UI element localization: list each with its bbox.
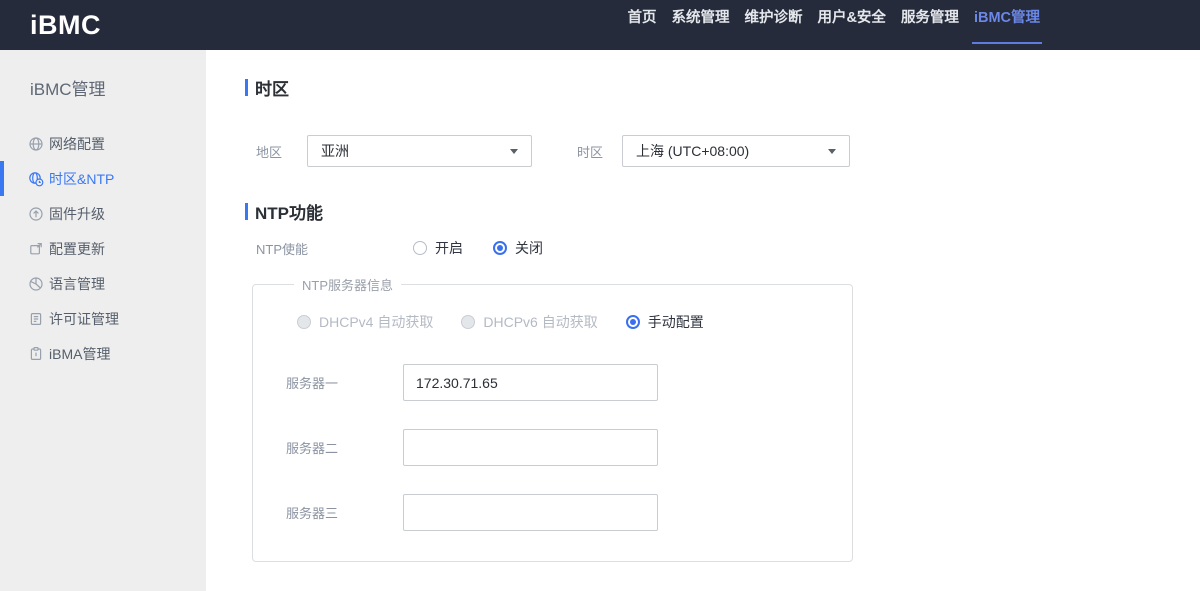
sidebar-menu: 网络配置 时区&NTP 固件升级 配置更新 语言管理 许可证管理 iBMA管理 <box>0 126 206 371</box>
section-title-text: 时区 <box>255 79 289 99</box>
nav-item-system[interactable]: 系统管理 <box>671 0 729 50</box>
sidebar-item-label: 配置更新 <box>49 240 105 257</box>
radio-checked-icon <box>625 315 640 329</box>
ntp-server-mode-radio-group: DHCPv4 自动获取 DHCPv6 自动获取 手动配置 <box>297 312 852 332</box>
ntp-enable-row: NTP使能 开启 关闭 <box>245 238 1200 258</box>
server-two-label: 服务器二 <box>286 441 339 456</box>
radio-label: 手动配置 <box>647 314 704 330</box>
radio-label: 关闭 <box>515 240 543 256</box>
chevron-down-icon <box>510 148 518 154</box>
timezone-section-title: 时区 <box>245 78 1200 99</box>
globe-icon <box>28 136 44 152</box>
region-select[interactable]: 亚洲 <box>307 135 532 167</box>
server-one-row: 服务器一 <box>286 364 852 401</box>
server-two-row: 服务器二 <box>286 429 852 466</box>
sidebar-item-label: 时区&NTP <box>49 170 115 187</box>
nav-item-services[interactable]: 服务管理 <box>901 0 959 50</box>
manual-config-radio[interactable]: 手动配置 <box>625 312 704 332</box>
sidebar-item-firmware-upgrade[interactable]: 固件升级 <box>0 196 206 231</box>
nav-item-maintenance[interactable]: 维护诊断 <box>744 0 802 50</box>
server-one-input[interactable] <box>403 364 658 401</box>
top-nav: 首页 系统管理 维护诊断 用户&安全 服务管理 iBMC管理 <box>627 0 1043 50</box>
sidebar-item-label: 网络配置 <box>49 135 105 152</box>
radio-checked-icon <box>493 241 507 255</box>
section-title-text: NTP功能 <box>255 203 323 223</box>
sidebar-title: iBMC管理 <box>30 80 106 99</box>
radio-unchecked-icon <box>413 241 427 255</box>
server-three-label: 服务器三 <box>286 506 339 521</box>
sidebar-item-timezone-ntp[interactable]: 时区&NTP <box>0 161 206 196</box>
sidebar-item-label: 语言管理 <box>49 275 105 292</box>
radio-label: 开启 <box>435 240 463 256</box>
radio-disabled-icon <box>461 315 476 329</box>
timezone-label: 时区 <box>577 144 604 160</box>
radio-disabled-icon <box>297 315 311 329</box>
sidebar: iBMC管理 网络配置 时区&NTP 固件升级 配置更新 语言管理 许可证管理 … <box>0 50 228 591</box>
dhcpv6-auto-radio-disabled: DHCPv6 自动获取 <box>461 312 598 332</box>
section-accent-bar <box>245 78 248 96</box>
top-header: iBMC 首页 系统管理 维护诊断 用户&安全 服务管理 iBMC管理 <box>0 0 1200 50</box>
ntp-enable-radio-group: 开启 关闭 <box>413 238 543 258</box>
timezone-clock-icon <box>28 171 44 187</box>
sidebar-item-label: 许可证管理 <box>49 310 119 327</box>
chevron-down-icon <box>828 148 836 154</box>
sidebar-item-language[interactable]: 语言管理 <box>0 266 206 301</box>
timezone-select[interactable]: 上海 (UTC+08:00) <box>622 135 850 167</box>
nav-item-home[interactable]: 首页 <box>627 0 656 50</box>
language-icon <box>28 276 44 292</box>
server-two-input[interactable] <box>403 429 658 466</box>
app-logo: iBMC <box>30 9 101 40</box>
dhcpv4-auto-radio-disabled: DHCPv4 自动获取 <box>297 312 433 332</box>
ntp-enable-on-radio[interactable]: 开启 <box>413 238 463 258</box>
server-three-input[interactable] <box>403 494 658 531</box>
region-selected-value: 亚洲 <box>321 143 349 159</box>
radio-label: DHCPv4 自动获取 <box>319 314 434 330</box>
region-label: 地区 <box>256 144 283 160</box>
clipboard-icon <box>28 346 44 362</box>
nav-item-ibmc-management[interactable]: iBMC管理 <box>971 0 1043 50</box>
sidebar-item-label: 固件升级 <box>49 205 105 222</box>
ntp-section-title: NTP功能 <box>245 202 1200 223</box>
config-update-icon <box>28 241 44 257</box>
server-one-label: 服务器一 <box>286 376 339 391</box>
sidebar-item-ibma[interactable]: iBMA管理 <box>0 336 206 371</box>
ntp-enable-label: NTP使能 <box>256 241 309 257</box>
sidebar-item-license[interactable]: 许可证管理 <box>0 301 206 336</box>
ntp-server-group-legend: NTP服务器信息 <box>302 278 394 293</box>
ntp-enable-off-radio[interactable]: 关闭 <box>493 238 543 258</box>
main-content: 时区 地区 亚洲 时区 上海 (UTC+08:00) NTP功能 NTP使能 开… <box>206 50 1200 591</box>
license-icon <box>28 311 44 327</box>
sidebar-item-config-update[interactable]: 配置更新 <box>0 231 206 266</box>
timezone-selected-value: 上海 (UTC+08:00) <box>636 143 750 159</box>
section-accent-bar <box>245 202 248 220</box>
ntp-server-group: NTP服务器信息 DHCPv4 自动获取 DHCPv6 自动获取 手动配置 服务… <box>252 275 853 562</box>
server-three-row: 服务器三 <box>286 494 852 531</box>
sidebar-item-network-config[interactable]: 网络配置 <box>0 126 206 161</box>
nav-item-user-security[interactable]: 用户&安全 <box>817 0 885 50</box>
sidebar-item-label: iBMA管理 <box>49 345 111 362</box>
radio-label: DHCPv6 自动获取 <box>483 314 598 330</box>
timezone-form-row: 地区 亚洲 时区 上海 (UTC+08:00) <box>245 135 1200 167</box>
upgrade-arrow-icon <box>28 206 44 222</box>
